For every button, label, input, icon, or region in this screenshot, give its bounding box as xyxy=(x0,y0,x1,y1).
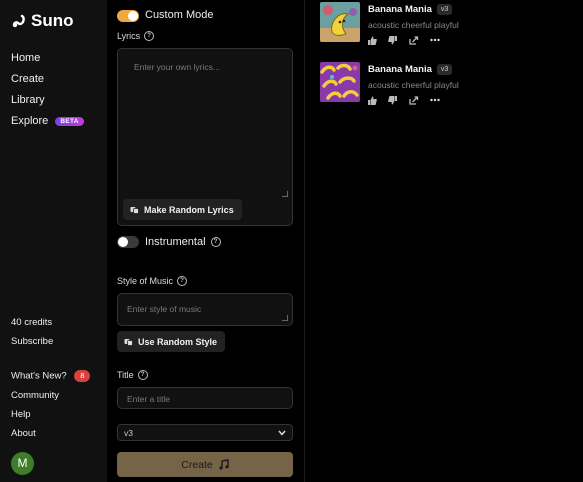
whats-new-count-badge: 8 xyxy=(74,370,91,382)
lyrics-label-text: Lyrics xyxy=(117,31,141,41)
resize-handle[interactable] xyxy=(282,315,288,321)
nav-home-label: Home xyxy=(11,52,41,64)
title-input[interactable]: Enter a title xyxy=(117,387,293,409)
nav-library[interactable]: Library xyxy=(11,94,45,106)
toggle-knob xyxy=(118,237,128,247)
logo-text: Suno xyxy=(31,11,74,30)
title-placeholder: Enter a title xyxy=(127,394,170,404)
style-label-text: Style of Music xyxy=(117,276,174,286)
instrumental-label: Instrumental ? xyxy=(145,236,221,248)
style-input[interactable]: Enter style of music xyxy=(117,293,293,326)
song-tags: acoustic cheerful playful xyxy=(368,20,459,30)
suno-logo[interactable]: Suno xyxy=(11,11,74,31)
about-link[interactable]: About xyxy=(11,428,36,439)
help-link[interactable]: Help xyxy=(11,409,31,420)
title-label: Title ? xyxy=(117,370,148,380)
song-version-badge: v3 xyxy=(436,64,453,75)
lyrics-help-icon[interactable]: ? xyxy=(144,31,155,41)
dice-icon xyxy=(124,338,133,346)
song-thumbnail[interactable] xyxy=(320,62,360,102)
title-help-icon[interactable]: ? xyxy=(137,370,148,380)
nav-library-label: Library xyxy=(11,94,45,106)
nav-create-label: Create xyxy=(11,73,45,85)
create-button[interactable]: Create xyxy=(117,452,293,477)
song-title[interactable]: Banana Mania v3 xyxy=(368,4,453,15)
whats-new-link[interactable]: What's New? 8 xyxy=(11,370,91,382)
more-options-icon[interactable] xyxy=(429,35,441,45)
song-actions xyxy=(366,95,441,105)
song-title-text: Banana Mania xyxy=(368,64,432,75)
make-random-lyrics-label: Make Random Lyrics xyxy=(144,204,234,215)
share-icon[interactable] xyxy=(408,35,420,45)
share-icon[interactable] xyxy=(408,95,420,105)
whats-new-label: What's New? xyxy=(11,370,67,382)
thumbs-down-icon[interactable] xyxy=(387,95,399,105)
custom-mode-label: Custom Mode xyxy=(145,9,213,21)
lyrics-placeholder: Enter your own lyrics... xyxy=(134,62,220,72)
instrumental-text: Instrumental xyxy=(145,236,206,248)
use-random-style-button[interactable]: Use Random Style xyxy=(117,331,225,352)
nav-create[interactable]: Create xyxy=(11,73,44,85)
beta-badge: BETA xyxy=(55,116,84,126)
nav-explore-label: Explore xyxy=(11,115,49,127)
sidebar: Suno Home Create Library Explore BETA 40… xyxy=(0,0,107,482)
credits-count: 40 credits xyxy=(11,317,53,328)
style-label: Style of Music ? xyxy=(117,276,188,286)
chevron-down-icon xyxy=(278,430,286,436)
title-label-text: Title xyxy=(117,370,134,380)
lyrics-label: Lyrics ? xyxy=(117,31,155,41)
subscribe-link[interactable]: Subscribe xyxy=(11,336,53,347)
make-random-lyrics-button[interactable]: Make Random Lyrics xyxy=(123,199,242,220)
avatar[interactable]: M xyxy=(11,452,34,475)
song-cover-art xyxy=(320,62,360,102)
nav-home[interactable]: Home xyxy=(11,52,40,64)
song-item[interactable]: Banana Mania v3 acoustic cheerful playfu… xyxy=(320,62,570,105)
instrumental-help-icon[interactable]: ? xyxy=(210,237,221,247)
song-actions xyxy=(366,35,441,45)
thumbs-up-icon[interactable] xyxy=(366,95,378,105)
song-thumbnail[interactable] xyxy=(320,2,360,42)
music-note-icon xyxy=(219,459,229,470)
song-title[interactable]: Banana Mania v3 xyxy=(368,64,453,75)
custom-mode-toggle[interactable] xyxy=(117,10,139,22)
song-item[interactable]: Banana Mania v3 acoustic cheerful playfu… xyxy=(320,2,570,45)
style-placeholder: Enter style of music xyxy=(127,304,202,314)
column-divider xyxy=(304,0,305,482)
model-select[interactable]: v3 xyxy=(117,424,293,441)
thumbs-up-icon[interactable] xyxy=(366,35,378,45)
more-options-icon[interactable] xyxy=(429,95,441,105)
toggle-knob xyxy=(128,11,138,21)
community-link[interactable]: Community xyxy=(11,390,59,401)
custom-mode-text: Custom Mode xyxy=(145,9,214,21)
song-cover-art xyxy=(320,2,360,42)
suno-logo-icon xyxy=(12,14,25,28)
instrumental-toggle[interactable] xyxy=(117,236,139,248)
style-help-icon[interactable]: ? xyxy=(177,276,188,286)
song-version-badge: v3 xyxy=(436,4,453,15)
resize-handle[interactable] xyxy=(282,191,288,197)
model-selected-value: v3 xyxy=(124,428,133,438)
thumbs-down-icon[interactable] xyxy=(387,35,399,45)
create-button-label: Create xyxy=(181,458,213,471)
song-tags: acoustic cheerful playful xyxy=(368,80,459,90)
use-random-style-label: Use Random Style xyxy=(138,336,218,347)
dice-icon xyxy=(130,206,139,214)
nav-explore[interactable]: Explore BETA xyxy=(11,115,84,127)
song-title-text: Banana Mania xyxy=(368,4,432,15)
